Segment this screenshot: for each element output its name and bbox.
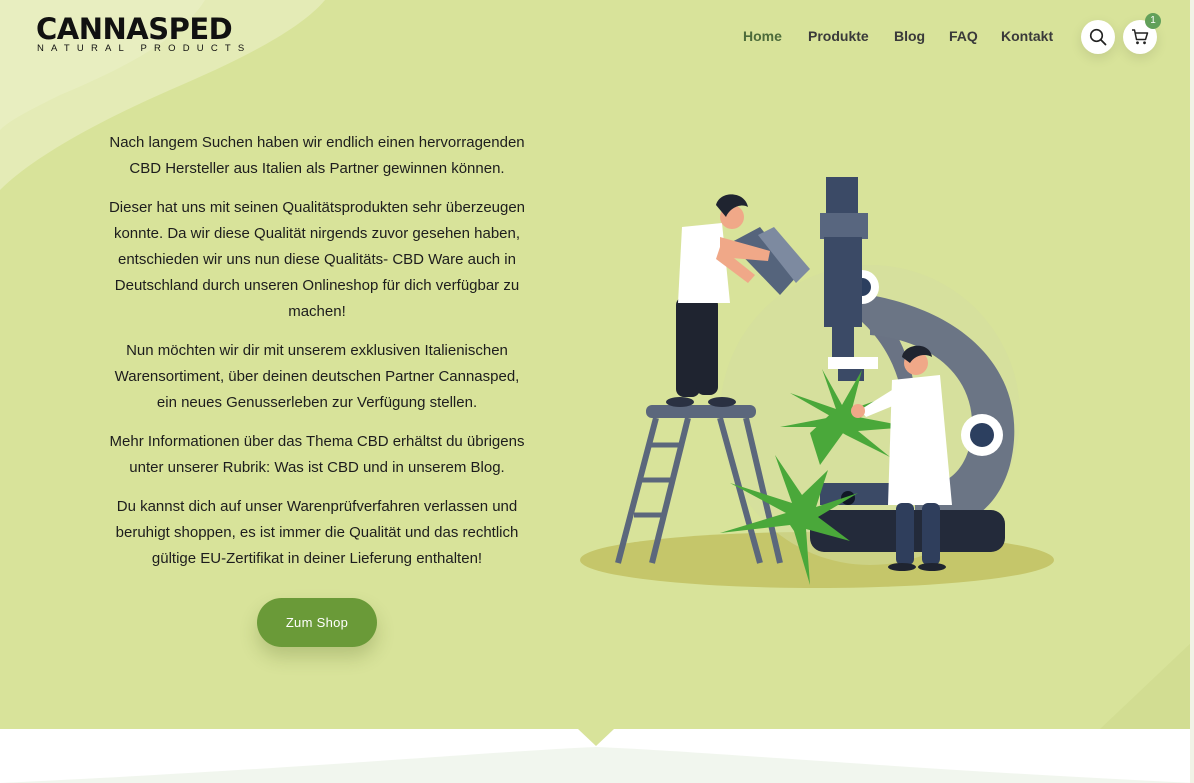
nav-item-kontakt[interactable]: Kontakt: [1001, 28, 1053, 44]
brand-logo-tagline: NATURAL PRODUCTS: [37, 43, 252, 54]
cart-button[interactable]: 1: [1123, 13, 1161, 54]
search-icon: [1089, 28, 1107, 46]
nav-item-faq[interactable]: FAQ: [949, 28, 978, 44]
brand-logo[interactable]: CANNASPED NATURAL PRODUCTS: [36, 12, 244, 58]
intro-text: Nach langem Suchen haben wir endlich ein…: [108, 130, 526, 585]
intro-paragraph: Nun möchten wir dir mit unserem exklusiv…: [114, 342, 520, 411]
search-button[interactable]: [1081, 20, 1115, 54]
intro-paragraph: Dieser hat uns mit seinen Qualitätsprodu…: [108, 199, 526, 320]
cart-count-badge: 1: [1145, 13, 1161, 29]
scientists-microscope-illustration: [580, 177, 1054, 588]
hero-section: CANNASPED NATURAL PRODUCTS Home Produkte…: [0, 0, 1194, 729]
nav-item-home[interactable]: Home: [743, 28, 782, 44]
cart-icon: [1132, 29, 1149, 45]
intro-paragraph: Nach langem Suchen haben wir endlich ein…: [109, 134, 525, 177]
zum-shop-button[interactable]: Zum Shop: [257, 598, 377, 647]
next-section: [0, 729, 1194, 783]
page-edge: [1190, 0, 1194, 783]
nav-item-blog[interactable]: Blog: [894, 28, 925, 44]
brand-logo-wordmark: CANNASPED: [36, 12, 233, 46]
intro-paragraph: Du kannst dich auf unser Warenprüfverfah…: [115, 498, 519, 567]
intro-paragraph: Mehr Informationen über das Thema CBD er…: [109, 433, 525, 476]
nav-item-produkte[interactable]: Produkte: [808, 28, 869, 44]
section-divider-arrow: [0, 729, 1194, 783]
